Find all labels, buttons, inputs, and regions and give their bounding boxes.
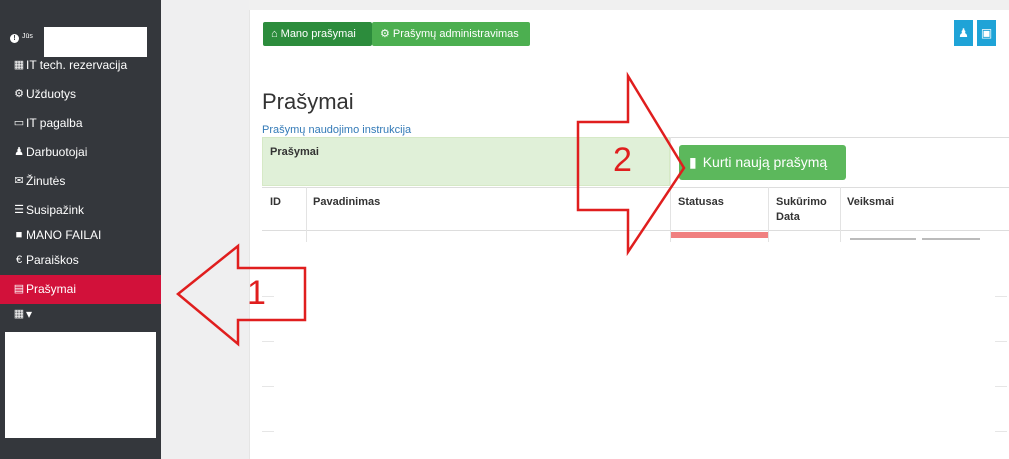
annotation-number-2: 2 bbox=[613, 141, 632, 179]
annotation-overlay bbox=[176, 71, 686, 347]
arrow-left-annotation bbox=[176, 243, 307, 347]
annotation-number-1: 1 bbox=[247, 274, 266, 312]
